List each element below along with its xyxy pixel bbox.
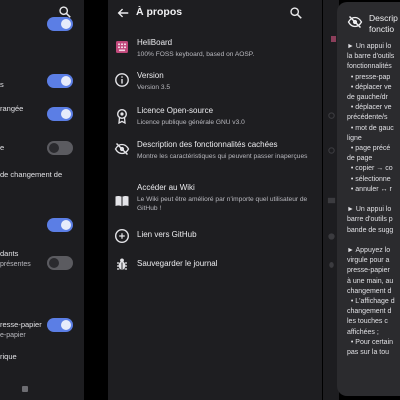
toggle-knob xyxy=(61,320,71,330)
setting-toggle[interactable] xyxy=(47,17,73,31)
setting-toggle[interactable] xyxy=(47,318,73,332)
item-title: Version xyxy=(137,71,164,80)
setting-label: s xyxy=(0,80,4,89)
dialog-title: Descrip fonctio xyxy=(369,13,398,35)
book-icon xyxy=(327,197,336,204)
license-icon xyxy=(116,108,128,124)
info-icon xyxy=(115,73,129,87)
bug-icon xyxy=(117,258,127,270)
eye-off-icon xyxy=(328,147,335,154)
setting-toggle[interactable] xyxy=(47,141,73,155)
dialog-title-line: Descrip xyxy=(369,13,398,23)
book-icon xyxy=(115,196,129,207)
license-icon xyxy=(328,112,335,119)
keyboard-icon-fragment xyxy=(331,36,336,42)
setting-label: e xyxy=(0,143,5,152)
about-item-license[interactable]: Licence Open-source Licence publique gén… xyxy=(108,106,322,130)
item-subtitle: Le Wiki peut être amélioré par n'importe… xyxy=(137,196,308,212)
toggle-knob xyxy=(49,258,59,268)
eye-off-icon xyxy=(347,15,363,29)
dialog-title-line: fonctio xyxy=(369,24,395,34)
about-item-heliboard[interactable]: HeliBoard 100% FOSS keyboard, based on A… xyxy=(108,38,322,62)
item-title: HeliBoard xyxy=(137,38,173,47)
toggle-knob xyxy=(61,109,71,119)
setting-label: rique xyxy=(0,352,17,361)
toggle-knob xyxy=(61,76,71,86)
page-title: À propos xyxy=(136,6,183,18)
eye-off-icon xyxy=(114,142,130,156)
about-item-version[interactable]: Version Version 3.5 xyxy=(108,71,322,95)
item-title: Accéder au Wiki xyxy=(137,183,195,192)
setting-toggle[interactable] xyxy=(47,74,73,88)
link-icon xyxy=(114,228,130,244)
about-item-save-log[interactable]: Sauvegarder le journal xyxy=(108,258,322,273)
setting-toggle[interactable] xyxy=(47,107,73,121)
about-item-hidden-features[interactable]: Description des fonctionnalités cachées … xyxy=(108,140,322,172)
toggle-knob xyxy=(61,220,71,230)
toggle-knob xyxy=(49,143,59,153)
item-title: Licence Open-source xyxy=(137,106,214,115)
about-screen: À propos HeliBoard 100% FOSS keyboard, b… xyxy=(108,0,322,400)
item-title: Lien vers GitHub xyxy=(137,230,197,239)
settings-panel-left: s rangée e de changement de dants présentes re… xyxy=(0,0,84,400)
item-title: Description des fonctionnalités cachées xyxy=(137,140,278,149)
setting-label: de changement de xyxy=(0,170,63,179)
hidden-features-dialog: Descrip fonctio ► Un appui lo la barre d… xyxy=(337,2,400,396)
setting-label: e-papier xyxy=(0,332,26,339)
item-title: Sauvegarder le journal xyxy=(137,259,218,268)
square-nav-icon[interactable] xyxy=(22,386,28,392)
item-subtitle: Licence publique générale GNU v3.0 xyxy=(137,119,245,126)
search-icon[interactable] xyxy=(289,6,303,20)
setting-label: présentes xyxy=(0,261,31,268)
setting-toggle[interactable] xyxy=(47,218,73,232)
toggle-knob xyxy=(61,19,71,29)
item-subtitle: 100% FOSS keyboard, based on AOSP. xyxy=(137,51,255,58)
about-item-github[interactable]: Lien vers GitHub xyxy=(108,228,322,244)
item-subtitle: Montre les caractéristiques qui peuvent … xyxy=(137,153,308,160)
bug-icon xyxy=(329,261,334,268)
setting-toggle[interactable] xyxy=(47,256,73,270)
setting-label: dants xyxy=(0,249,19,258)
setting-label: rangée xyxy=(0,104,24,113)
back-arrow-icon[interactable] xyxy=(116,6,130,20)
setting-label: resse-papier xyxy=(0,320,42,329)
dialog-backdrop: Descrip fonctio ► Un appui lo la barre d… xyxy=(323,0,400,400)
dialog-body-text: ► Un appui lo la barre d'outils fonction… xyxy=(347,43,395,357)
about-item-wiki[interactable]: Accéder au Wiki Le Wiki peut être amélio… xyxy=(108,183,322,215)
item-subtitle: Version 3.5 xyxy=(137,84,170,91)
keyboard-icon xyxy=(116,41,128,53)
link-icon xyxy=(328,233,335,240)
